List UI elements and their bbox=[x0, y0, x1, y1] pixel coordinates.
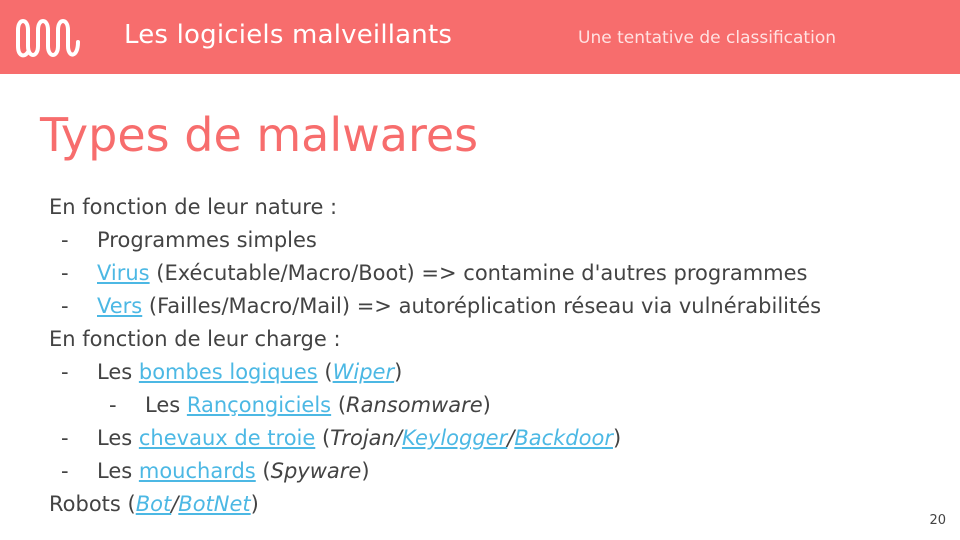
programmes-simples-text: Programmes simples bbox=[97, 228, 317, 252]
paren-open: ( bbox=[255, 459, 271, 483]
list-item-mouchards: - Les mouchards (Spyware) bbox=[49, 455, 929, 488]
vers-link[interactable]: Vers bbox=[97, 294, 142, 318]
bullet-dash: - bbox=[61, 426, 69, 450]
slide-content: En fonction de leur nature : - Programme… bbox=[49, 191, 929, 521]
bullet-dash: - bbox=[61, 228, 69, 252]
bot-link[interactable]: Bot bbox=[136, 492, 172, 516]
slash-separator: / bbox=[394, 426, 402, 450]
paren-close: ) bbox=[394, 360, 403, 384]
rancon-prefix: Les bbox=[145, 393, 187, 417]
paren-open: ( bbox=[317, 360, 333, 384]
robots-line: Robots (Bot/BotNet) bbox=[49, 488, 929, 521]
rancon-text: Les Rançongiciels (Ransomware) bbox=[145, 389, 491, 422]
bombes-logiques-link[interactable]: bombes logiques bbox=[139, 360, 318, 384]
header-bar: Les logiciels malveillants Une tentative… bbox=[0, 0, 960, 74]
bullet-dash: - bbox=[61, 261, 69, 285]
wave-logo-icon bbox=[16, 19, 80, 58]
mouchards-prefix: Les bbox=[97, 459, 139, 483]
vers-text: Vers (Failles/Macro/Mail) => autoréplica… bbox=[97, 290, 821, 323]
chevaux-de-troie-link[interactable]: chevaux de troie bbox=[139, 426, 315, 450]
list-item-virus: - Virus (Exécutable/Macro/Boot) => conta… bbox=[49, 257, 929, 290]
bullet-dash: - bbox=[61, 294, 69, 318]
bullet-dash: - bbox=[61, 459, 69, 483]
page-number: 20 bbox=[929, 513, 946, 528]
vers-detail: (Failles/Macro/Mail) => autoréplication … bbox=[142, 294, 822, 318]
list-item-programmes-simples: - Programmes simples bbox=[49, 224, 929, 257]
wiper-link[interactable]: Wiper bbox=[333, 360, 394, 384]
ransomware-text: Ransomware bbox=[346, 393, 483, 417]
virus-link[interactable]: Virus bbox=[97, 261, 150, 285]
chevaux-text: Les chevaux de troie (Trojan/Keylogger/B… bbox=[97, 422, 621, 455]
charge-heading: En fonction de leur charge : bbox=[49, 327, 341, 351]
bullet-dash: - bbox=[109, 393, 117, 417]
mouchards-link[interactable]: mouchards bbox=[139, 459, 256, 483]
trojan-text: Trojan bbox=[330, 426, 395, 450]
slide-title: Types de malwares bbox=[40, 108, 479, 162]
list-item-bombes-logiques: - Les bombes logiques (Wiper) bbox=[49, 356, 929, 389]
bombes-prefix: Les bbox=[97, 360, 139, 384]
bombes-text: Les bombes logiques (Wiper) bbox=[97, 356, 402, 389]
nature-heading: En fonction de leur nature : bbox=[49, 195, 338, 219]
paren-close: ) bbox=[361, 459, 370, 483]
chevaux-prefix: Les bbox=[97, 426, 139, 450]
presentation-title: Les logiciels malveillants bbox=[124, 20, 453, 50]
bullet-dash: - bbox=[61, 360, 69, 384]
botnet-link[interactable]: BotNet bbox=[178, 492, 250, 516]
rancongiciels-link[interactable]: Rançongiciels bbox=[187, 393, 331, 417]
list-item-chevaux-de-troie: - Les chevaux de troie (Trojan/Keylogger… bbox=[49, 422, 929, 455]
spyware-text: Spyware bbox=[270, 459, 362, 483]
robots-prefix: Robots ( bbox=[49, 492, 136, 516]
list-item-rancongiciels: - Les Rançongiciels (Ransomware) bbox=[49, 389, 929, 422]
mouchards-text: Les mouchards (Spyware) bbox=[97, 455, 370, 488]
virus-detail: (Exécutable/Macro/Boot) => contamine d'a… bbox=[149, 261, 808, 285]
paren-close: ) bbox=[482, 393, 491, 417]
virus-text: Virus (Exécutable/Macro/Boot) => contami… bbox=[97, 257, 807, 290]
paren-close: ) bbox=[250, 492, 259, 516]
keylogger-link[interactable]: Keylogger bbox=[402, 426, 507, 450]
paren-open: ( bbox=[331, 393, 347, 417]
list-item-vers: - Vers (Failles/Macro/Mail) => autorépli… bbox=[49, 290, 929, 323]
presentation-subtitle: Une tentative de classification bbox=[578, 28, 836, 48]
backdoor-link[interactable]: Backdoor bbox=[514, 426, 613, 450]
paren-close: ) bbox=[612, 426, 622, 450]
paren-open: ( bbox=[315, 426, 331, 450]
